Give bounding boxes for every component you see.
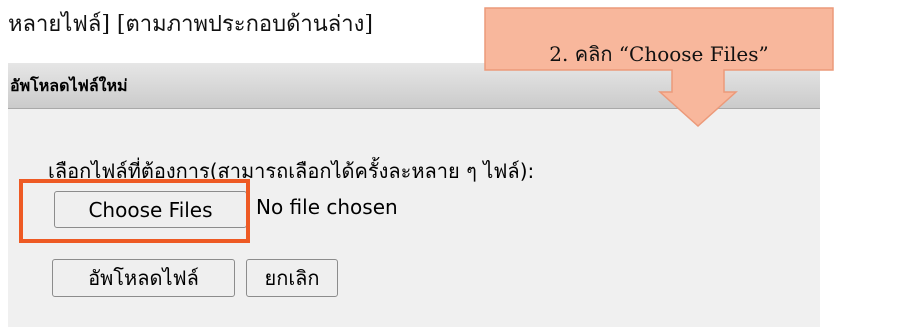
dialog-body: เลือกไฟล์ที่ต้องการ(สามารถเลือกได้ครั้งล… [8,109,820,327]
file-status-text: No file chosen [256,195,398,219]
dialog-title: อัพโหลดไฟล์ใหม่ [10,76,128,95]
document-caption: หลายไฟล์] [ตามภาพประกอบด้านล่าง] [8,12,373,37]
upload-dialog: อัพโหลดไฟล์ใหม่ เลือกไฟล์ที่ต้องการ(สามา… [8,63,820,327]
upload-button[interactable]: อัพโหลดไฟล์ [52,259,235,297]
callout-label: 2. คลิก “Choose Files” [549,42,769,66]
file-select-prompt: เลือกไฟล์ที่ต้องการ(สามารถเลือกได้ครั้งล… [48,159,535,183]
choose-files-button[interactable]: Choose Files [54,191,247,228]
dialog-header: อัพโหลดไฟล์ใหม่ [8,63,820,109]
cancel-button[interactable]: ยกเลิก [246,259,338,297]
